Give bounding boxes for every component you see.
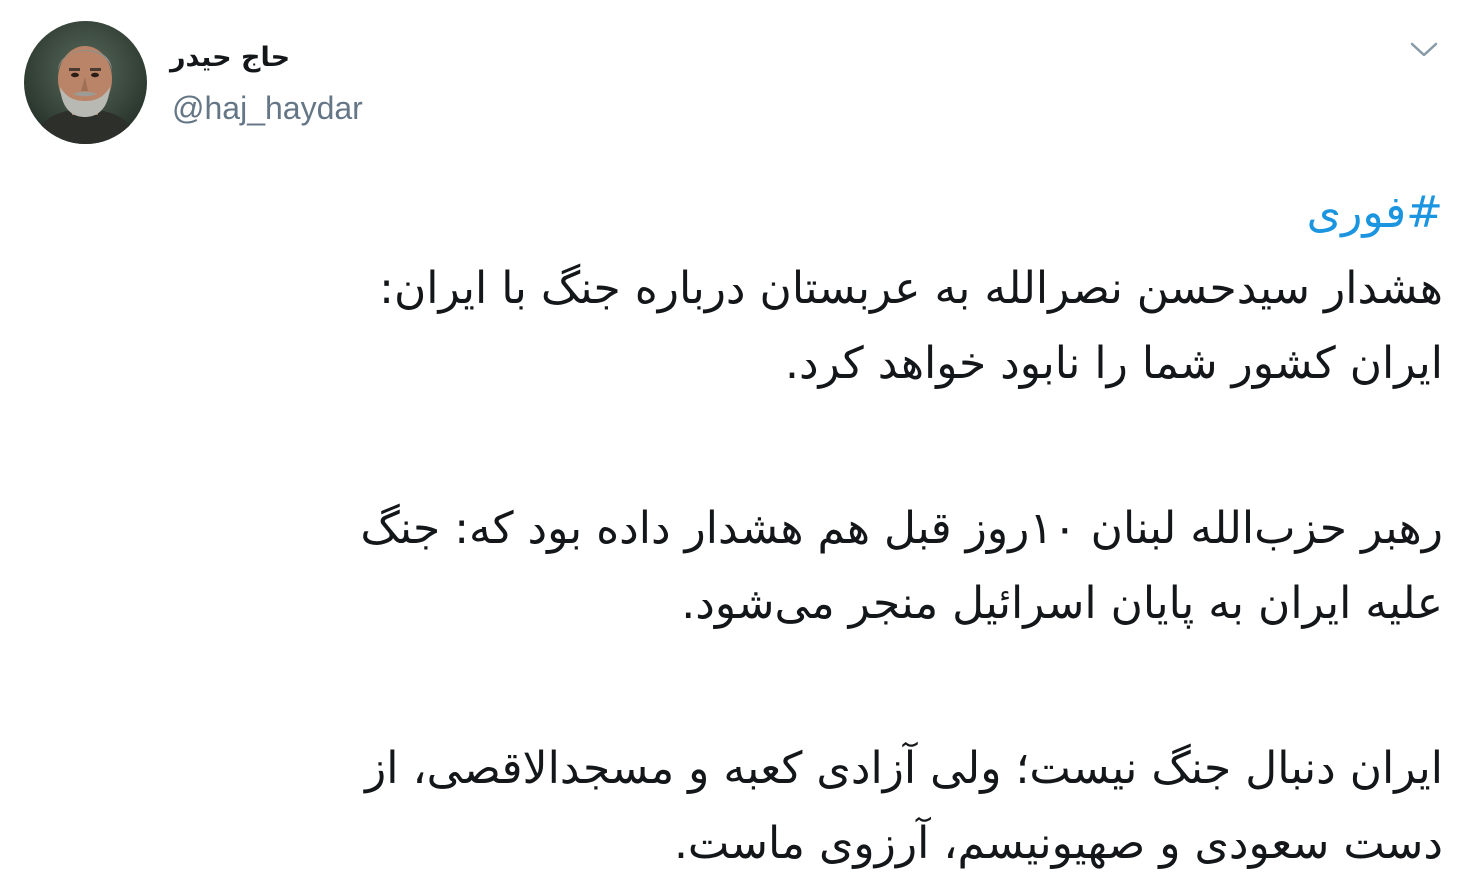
- hashtag-link[interactable]: #فوری: [60, 178, 1443, 248]
- tweet-line: رهبر حزب‌الله لبنان ۱۰روز قبل هم هشدار د…: [360, 503, 1443, 554]
- tweet-menu-button[interactable]: [1404, 32, 1444, 68]
- tweet-paragraph: هشدار سیدحسن نصرالله به عربستان درباره ج…: [60, 251, 1443, 401]
- tweet-line: دست سعودی و صهیونیسم، آرزوی ماست.: [673, 818, 1443, 869]
- tweet-paragraph: ایران دنبال جنگ نیست؛ ولی آزادی کعبه و م…: [60, 731, 1443, 881]
- avatar[interactable]: [24, 21, 147, 144]
- avatar-image: [24, 21, 147, 144]
- author-handle[interactable]: @haj_haydar: [172, 88, 363, 128]
- tweet-text: #فوری هشدار سیدحسن نصرالله به عربستان در…: [60, 178, 1443, 881]
- author-display-name[interactable]: حاج حیدر: [170, 38, 310, 78]
- tweet-line: ایران کشور شما را نابود خواهد کرد.: [784, 338, 1443, 389]
- chevron-down-icon: [1410, 42, 1438, 57]
- tweet-card: حاج حیدر @haj_haydar #فوری هشدار سیدحسن …: [0, 0, 1463, 896]
- tweet-line: ایران دنبال جنگ نیست؛ ولی آزادی کعبه و م…: [365, 743, 1443, 794]
- tweet-line: علیه ایران به پایان اسرائیل منجر می‌شود.: [681, 578, 1443, 629]
- tweet-line: هشدار سیدحسن نصرالله به عربستان درباره ج…: [379, 263, 1443, 314]
- tweet-paragraph: رهبر حزب‌الله لبنان ۱۰روز قبل هم هشدار د…: [60, 491, 1443, 641]
